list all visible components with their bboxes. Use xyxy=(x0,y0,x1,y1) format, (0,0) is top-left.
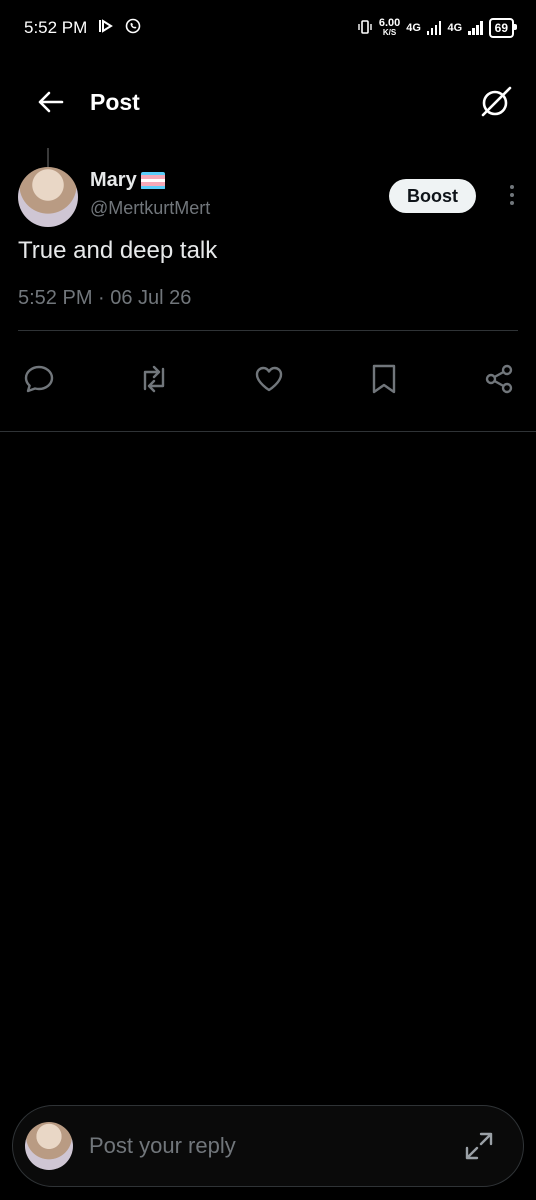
transgender-flag-icon xyxy=(140,171,165,190)
battery-icon: 69 xyxy=(488,18,518,38)
speed-unit: K/S xyxy=(382,28,397,37)
display-name-row: Mary xyxy=(90,169,210,192)
author-block[interactable]: Mary @MertkurtMert xyxy=(90,169,210,219)
avatar xyxy=(25,1122,73,1170)
divider xyxy=(0,431,536,432)
action-bar xyxy=(20,360,518,398)
network-type-2: 4G xyxy=(447,22,463,34)
heart-icon xyxy=(255,366,283,392)
arrow-left-icon xyxy=(38,91,64,113)
signal-icon xyxy=(426,21,442,35)
bookmark-button[interactable] xyxy=(365,360,403,398)
status-time: 5:52 PM xyxy=(24,18,88,37)
bookmark-icon xyxy=(372,364,396,394)
whatsapp-icon xyxy=(125,18,141,39)
top-bar: Post xyxy=(0,56,536,148)
reply-composer xyxy=(12,1105,524,1187)
post-timestamp: 5:52 PM · 06 Jul 26 xyxy=(18,287,192,309)
flag-stripe xyxy=(140,185,165,190)
comment-icon xyxy=(24,365,54,393)
share-icon xyxy=(485,364,513,394)
grok-icon xyxy=(481,86,512,117)
expand-button[interactable] xyxy=(459,1126,499,1166)
thread-line xyxy=(47,148,49,168)
share-button[interactable] xyxy=(480,360,518,398)
like-button[interactable] xyxy=(250,360,288,398)
avatar[interactable] xyxy=(18,167,78,227)
battery-level: 69 xyxy=(494,21,508,35)
reply-button[interactable] xyxy=(20,360,58,398)
grok-button[interactable] xyxy=(476,82,516,122)
network-type-1: 4G xyxy=(406,22,421,34)
user-handle: @MertkurtMert xyxy=(90,198,211,218)
repost-button[interactable] xyxy=(135,360,173,398)
display-name: Mary xyxy=(90,169,137,191)
back-button[interactable] xyxy=(30,82,70,122)
status-left: 5:52 PM xyxy=(24,18,141,39)
divider xyxy=(18,330,518,331)
speed-value: 6.00 xyxy=(378,17,401,29)
media-icon xyxy=(97,18,115,39)
page-title: Post xyxy=(90,88,140,115)
post-text: True and deep talk xyxy=(18,237,218,264)
status-bar: 5:52 PM 6.00 K/S 4G 4G 69 xyxy=(0,0,536,56)
boost-button[interactable]: Boost xyxy=(389,179,476,213)
repost-icon xyxy=(143,365,165,393)
network-speed: 6.00 K/S xyxy=(379,18,400,38)
reply-input[interactable] xyxy=(87,1132,459,1160)
vibrate-icon xyxy=(357,19,373,38)
status-right: 6.00 K/S 4G 4G 69 xyxy=(357,18,518,38)
more-options-icon[interactable] xyxy=(510,185,514,205)
signal-icon-2 xyxy=(468,21,483,35)
expand-icon xyxy=(465,1132,493,1160)
